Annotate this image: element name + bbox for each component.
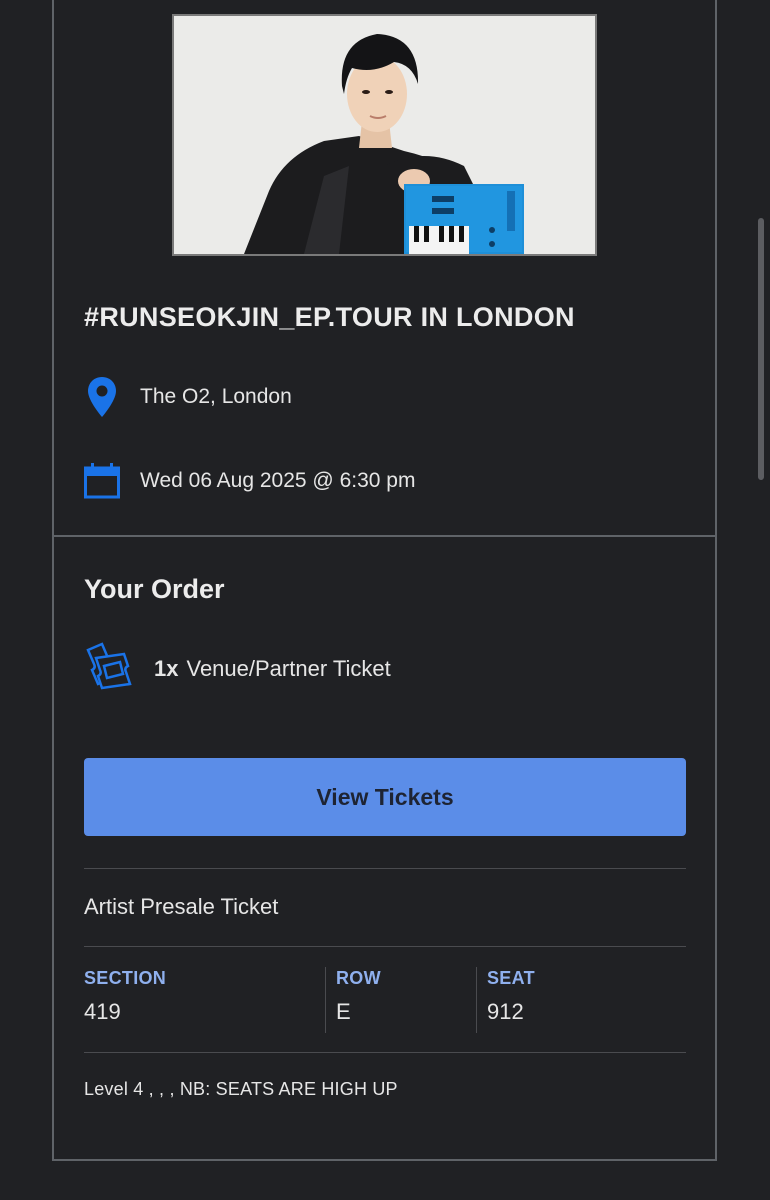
datetime-text: Wed 06 Aug 2025 @ 6:30 pm bbox=[140, 469, 416, 492]
venue-text: The O2, London bbox=[140, 385, 292, 408]
section-divider bbox=[52, 535, 717, 537]
divider bbox=[84, 868, 686, 869]
ticket-note: Level 4 , , , NB: SEATS ARE HIGH UP bbox=[84, 1079, 398, 1099]
scrollbar[interactable] bbox=[758, 218, 764, 480]
ticket-category: Artist Presale Ticket bbox=[84, 894, 279, 919]
event-title: #RUNSEOKJIN_EP.TOUR IN LONDON bbox=[84, 302, 575, 332]
venue-row: The O2, London bbox=[84, 376, 292, 418]
calendar-icon bbox=[84, 460, 120, 502]
order-item: 1x Venue/Partner Ticket bbox=[84, 640, 391, 697]
view-tickets-button[interactable]: View Tickets bbox=[84, 758, 686, 836]
tickets-icon bbox=[84, 640, 134, 697]
column-separator bbox=[476, 967, 477, 1033]
row-label: ROW bbox=[336, 968, 381, 988]
column-separator bbox=[325, 967, 326, 1033]
location-pin-icon bbox=[84, 376, 120, 418]
section-label: SECTION bbox=[84, 968, 167, 988]
ticket-quantity: 1x bbox=[154, 655, 179, 681]
row-value: E bbox=[336, 999, 351, 1024]
order-heading: Your Order bbox=[84, 574, 225, 604]
divider bbox=[84, 1052, 686, 1053]
section-column: SECTION 419 bbox=[84, 968, 166, 1025]
seat-value: 912 bbox=[487, 999, 524, 1024]
datetime-row: Wed 06 Aug 2025 @ 6:30 pm bbox=[84, 460, 415, 502]
seat-label: SEAT bbox=[487, 968, 535, 988]
event-image bbox=[172, 14, 597, 256]
divider bbox=[84, 946, 686, 947]
ticket-type: Venue/Partner Ticket bbox=[186, 655, 391, 681]
artist-photo bbox=[174, 16, 595, 254]
section-value: 419 bbox=[84, 999, 121, 1024]
seat-column: SEAT 912 bbox=[487, 968, 535, 1025]
row-column: ROW E bbox=[336, 968, 381, 1025]
